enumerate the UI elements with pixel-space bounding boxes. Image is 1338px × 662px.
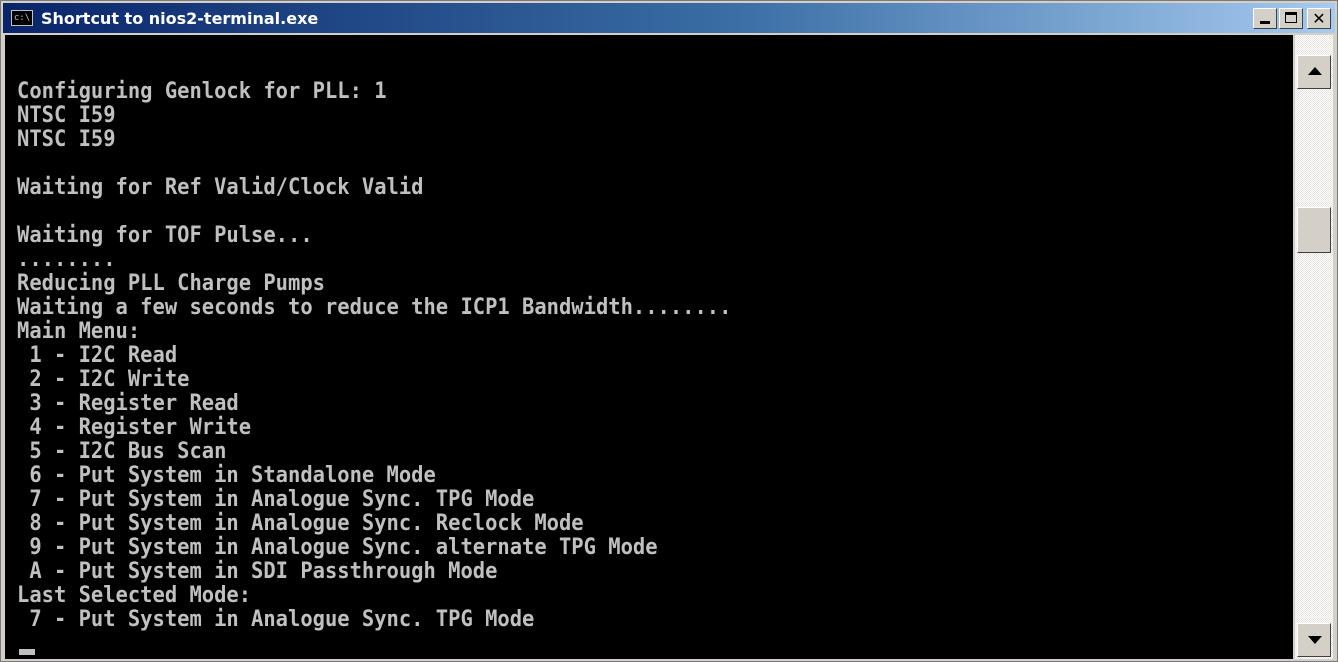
maximize-icon bbox=[1285, 12, 1297, 23]
console-line: Waiting for Ref Valid/Clock Valid bbox=[17, 175, 424, 200]
console-line: 7 - Put System in Analogue Sync. TPG Mod… bbox=[17, 607, 535, 632]
console-line: NTSC I59 bbox=[17, 127, 116, 152]
console-icon[interactable]: c:\ bbox=[11, 10, 33, 26]
console-line: Waiting a few seconds to reduce the ICP1… bbox=[17, 295, 732, 320]
title-bar[interactable]: c:\ Shortcut to nios2-terminal.exe ✕ bbox=[3, 3, 1335, 33]
console-line: 9 - Put System in Analogue Sync. alterna… bbox=[17, 535, 658, 560]
console-line: NTSC I59 bbox=[17, 103, 116, 128]
text-cursor bbox=[19, 649, 35, 655]
maximize-button[interactable] bbox=[1279, 8, 1303, 29]
console-line: ........ bbox=[17, 247, 116, 272]
console-line: Waiting for TOF Pulse... bbox=[17, 223, 313, 248]
scroll-down-button[interactable] bbox=[1297, 623, 1331, 657]
console-line: 2 - I2C Write bbox=[17, 367, 190, 392]
console-line: Main Menu: bbox=[17, 319, 141, 344]
minimize-icon bbox=[1260, 21, 1270, 24]
console-line: Last Selected Mode: bbox=[17, 583, 252, 608]
scroll-down-arrow-icon bbox=[1308, 636, 1322, 644]
minimize-button[interactable] bbox=[1253, 8, 1277, 29]
close-icon: ✕ bbox=[1312, 9, 1326, 28]
console-line: 5 - I2C Bus Scan bbox=[17, 439, 227, 464]
window-title: Shortcut to nios2-terminal.exe bbox=[41, 8, 319, 28]
console-line: 4 - Register Write bbox=[17, 415, 252, 440]
console-line: 3 - Register Read bbox=[17, 391, 239, 416]
scroll-up-arrow-icon bbox=[1308, 67, 1322, 75]
console-line: Reducing PLL Charge Pumps bbox=[17, 271, 325, 296]
console-lines: Configuring Genlock for PLL: 1 NTSC I59 NT… bbox=[17, 80, 785, 632]
console-line: 7 - Put System in Analogue Sync. TPG Mod… bbox=[17, 487, 535, 512]
vertical-scrollbar[interactable] bbox=[1295, 35, 1333, 659]
console-line: 6 - Put System in Standalone Mode bbox=[17, 463, 436, 488]
console-line: 8 - Put System in Analogue Sync. Reclock… bbox=[17, 511, 584, 536]
console-line: Configuring Genlock for PLL: 1 bbox=[17, 79, 387, 104]
console-line: 1 - I2C Read bbox=[17, 343, 178, 368]
console-line: A - Put System in SDI Passthrough Mode bbox=[17, 559, 498, 584]
title-buttons: ✕ bbox=[1253, 8, 1331, 29]
console-output[interactable]: Configuring Genlock for PLL: 1 NTSC I59 NT… bbox=[5, 35, 1293, 659]
scroll-up-button[interactable] bbox=[1297, 55, 1331, 89]
scroll-thumb[interactable] bbox=[1297, 207, 1331, 253]
console-window: c:\ Shortcut to nios2-terminal.exe ✕ Con… bbox=[0, 0, 1338, 662]
close-button[interactable]: ✕ bbox=[1307, 8, 1331, 29]
